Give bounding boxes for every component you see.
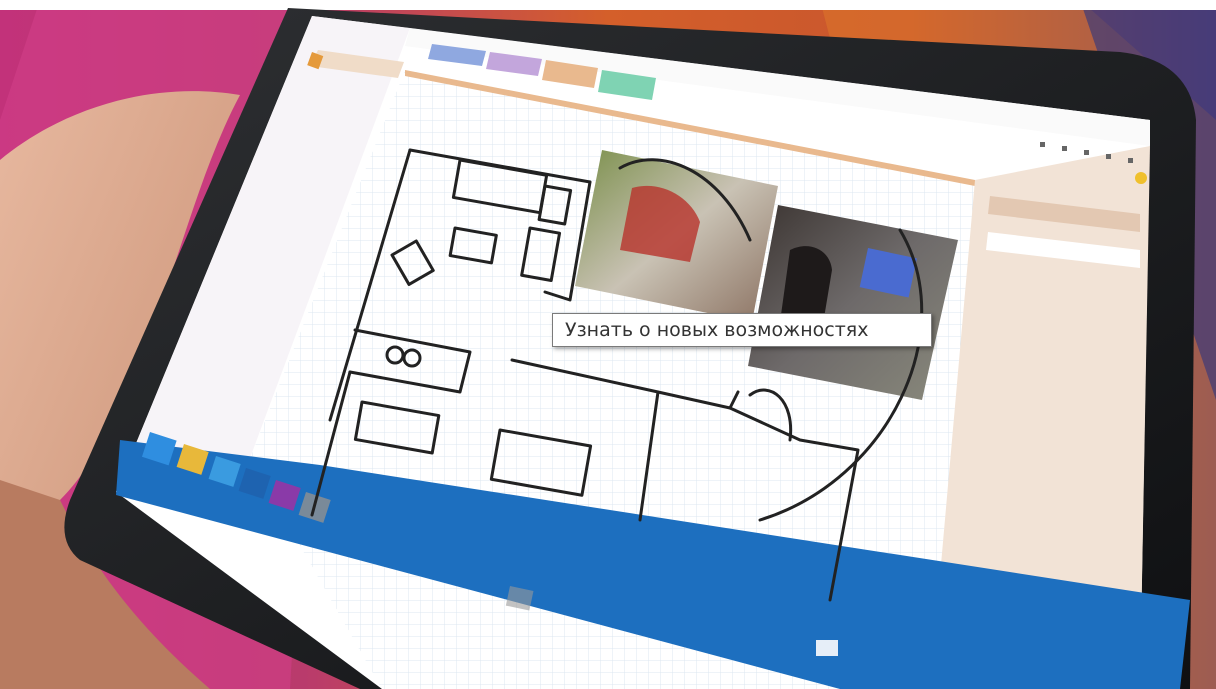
media-room-photo xyxy=(748,205,958,400)
whats-new-tooltip: Узнать о новых возможностях xyxy=(552,313,932,347)
tooltip-text: Узнать о новых возможностях xyxy=(565,319,869,341)
